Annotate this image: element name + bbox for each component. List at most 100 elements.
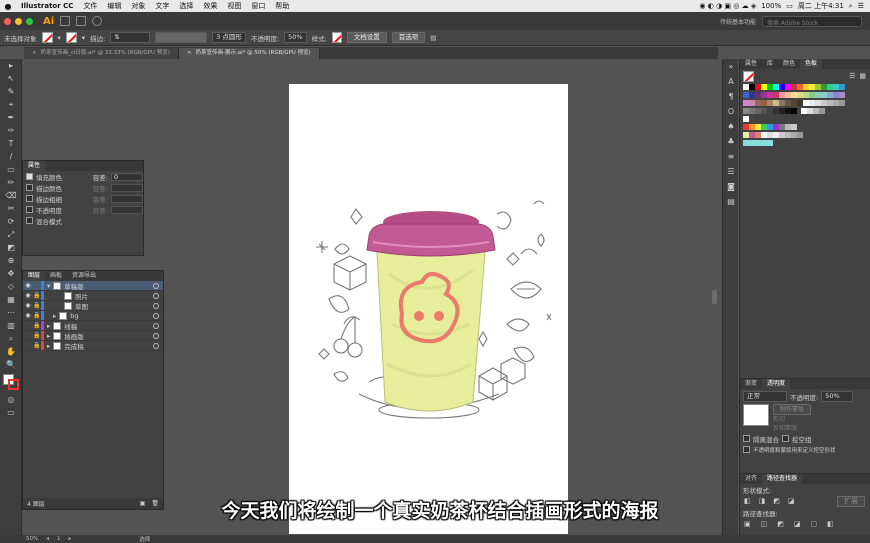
intersect-icon[interactable]: ◩ <box>773 497 780 505</box>
selection-tool-icon[interactable]: ▸ <box>0 59 22 72</box>
layer-name[interactable]: 完成稿 <box>64 341 84 351</box>
adobe-stock-search-input[interactable]: 搜索 Adobe Stock <box>762 15 862 27</box>
layer-row[interactable]: ◉ 🔒 ▸ bg <box>23 311 163 321</box>
tab-layers[interactable]: 图层 <box>23 271 46 281</box>
curvature-tool-icon[interactable]: ✑ <box>0 124 22 137</box>
expand-arrow-icon[interactable]: ▸ <box>47 332 50 340</box>
artboard[interactable] <box>289 84 568 534</box>
symbols-icon[interactable]: ♣ <box>723 134 739 149</box>
minimize-window-button[interactable] <box>15 17 22 25</box>
close-window-button[interactable] <box>4 17 11 25</box>
expand-arrow-icon[interactable]: ▸ <box>47 342 50 350</box>
opacity-input[interactable]: 50% <box>821 391 854 402</box>
tolerance-input[interactable]: 0 <box>111 172 143 181</box>
expand-arrow-icon[interactable]: ▸ <box>47 322 50 330</box>
menu-help[interactable]: 帮助 <box>270 1 294 11</box>
menu-app-name[interactable]: Illustrator CC <box>16 2 78 10</box>
layer-name[interactable]: 照片 <box>75 291 88 301</box>
option-row-opacity[interactable]: 不透明度 容差: <box>23 204 143 215</box>
doc-tab-1[interactable]: × 奶茶宣传画_cl日版.ai* @ 33.33% (RGB/GPU 预览) <box>24 48 179 59</box>
exclude-icon[interactable]: ◪ <box>788 497 795 505</box>
tab-asset-export[interactable]: 资源导出 <box>67 271 101 281</box>
menu-type[interactable]: 文字 <box>150 1 174 11</box>
gradient-tool-icon[interactable]: ◇ <box>0 280 22 293</box>
crop-icon[interactable]: ◪ <box>794 520 801 528</box>
make-mask-button[interactable]: 制作蒙版 <box>773 404 812 415</box>
menu-file[interactable]: 文件 <box>78 1 102 11</box>
symbol-sprayer-tool-icon[interactable]: ▦ <box>0 293 22 306</box>
tab-color[interactable]: 颜色 <box>778 59 800 69</box>
magic-wand-tool-icon[interactable]: ✎ <box>0 85 22 98</box>
lock-icon[interactable]: 🔒 <box>33 302 41 309</box>
target-circle-icon[interactable] <box>153 302 159 309</box>
none-swatch[interactable] <box>743 70 754 82</box>
visibility-eye-icon[interactable]: ◉ <box>23 312 33 319</box>
tab-pathfinder[interactable]: 路径查找器 <box>762 474 803 484</box>
checkbox[interactable] <box>26 206 33 213</box>
fill-swatch[interactable] <box>41 32 53 43</box>
opacity-input[interactable]: 50% <box>284 32 307 43</box>
option-row-stroke-color[interactable]: 描边颜色 容差: <box>23 182 143 193</box>
stroke-swatch[interactable] <box>65 32 77 43</box>
bridge-icon[interactable] <box>60 16 71 26</box>
menu-window[interactable]: 窗口 <box>246 1 270 11</box>
zoom-window-button[interactable] <box>26 17 33 25</box>
scale-tool-icon[interactable]: ⤢ <box>0 228 22 241</box>
tab-artboards[interactable]: 画板 <box>45 271 67 281</box>
visibility-eye-icon[interactable]: ◉ <box>23 292 33 299</box>
column-graph-tool-icon[interactable]: ▥ <box>0 319 22 332</box>
visibility-eye-icon[interactable]: ◉ <box>23 282 33 289</box>
line-tool-icon[interactable]: / <box>0 150 22 163</box>
target-circle-icon[interactable] <box>153 332 159 339</box>
lock-icon[interactable]: 🔒 <box>33 292 41 299</box>
canvas-vertical-scrollbar[interactable] <box>712 290 717 304</box>
layer-row[interactable]: ◉ 🔒 草图 <box>23 301 163 311</box>
variable-width-select[interactable] <box>155 32 208 43</box>
brushes-icon[interactable]: ♠ <box>723 119 739 134</box>
artboard-nav-next-icon[interactable]: ▸ <box>69 536 72 542</box>
zoom-level[interactable]: 50% <box>26 536 38 542</box>
workspace-switcher[interactable]: 传统基本功能 <box>720 17 756 26</box>
checkbox[interactable] <box>26 173 33 180</box>
outline-icon[interactable]: ▢ <box>811 520 818 528</box>
swatch-grid[interactable] <box>740 83 870 147</box>
graphic-styles-icon[interactable]: ◙ <box>723 179 739 194</box>
layer-name[interactable]: 草稿版 <box>64 281 84 291</box>
screen-mode-icon[interactable]: ▭ <box>0 406 22 419</box>
expand-button[interactable]: 扩展 <box>837 495 865 507</box>
checkbox[interactable] <box>26 195 33 202</box>
blend-tool-icon[interactable]: ⋯ <box>0 306 22 319</box>
opacity-mask-define-checkbox[interactable] <box>743 446 750 453</box>
type-tool-icon[interactable]: T <box>0 137 22 150</box>
invert-mask-option[interactable]: 反相蒙版 <box>773 424 811 433</box>
expand-arrow-icon[interactable]: ▾ <box>47 282 50 290</box>
checkbox[interactable] <box>26 217 33 224</box>
layer-name[interactable]: 线稿 <box>64 321 77 331</box>
clip-option[interactable]: 剪切 <box>773 415 811 424</box>
opentype-icon[interactable]: O <box>723 104 739 119</box>
lock-icon[interactable]: 🔒 <box>33 332 41 339</box>
arrange-documents-icon[interactable] <box>76 16 87 26</box>
option-row-fill-color[interactable]: 填充颜色 容差: 0 <box>23 171 143 182</box>
eyedropper-tool-icon[interactable]: ⌕ <box>0 332 22 345</box>
perspective-tool-icon[interactable]: ⊕ <box>0 254 22 267</box>
target-circle-icon[interactable] <box>153 292 159 299</box>
clock[interactable]: 周二 上午4:31 <box>798 1 844 11</box>
pen-tool-icon[interactable]: ✒ <box>0 111 22 124</box>
stroke-panel-icon[interactable]: ≡ <box>723 149 739 164</box>
tab-transparency[interactable]: 透明度 <box>762 379 791 389</box>
tab-libraries[interactable]: 库 <box>762 59 778 69</box>
layer-name[interactable]: 草图 <box>75 301 88 311</box>
paragraph-icon[interactable]: ¶ <box>723 89 739 104</box>
style-swatch[interactable] <box>331 32 342 43</box>
tab-align[interactable]: 对齐 <box>740 474 762 484</box>
list-view-icon[interactable]: ☰ <box>849 72 855 80</box>
delete-layer-icon[interactable]: 🗑 <box>151 500 159 507</box>
target-circle-icon[interactable] <box>153 342 159 349</box>
lock-icon[interactable]: 🔒 <box>33 342 41 349</box>
zoom-tool-icon[interactable]: 🔍 <box>0 358 22 371</box>
pencil-tool-icon[interactable]: ✏ <box>0 176 22 189</box>
menu-object[interactable]: 对象 <box>126 1 150 11</box>
tab-gradient[interactable]: 渐变 <box>740 379 762 389</box>
unite-icon[interactable]: ◧ <box>744 497 751 505</box>
